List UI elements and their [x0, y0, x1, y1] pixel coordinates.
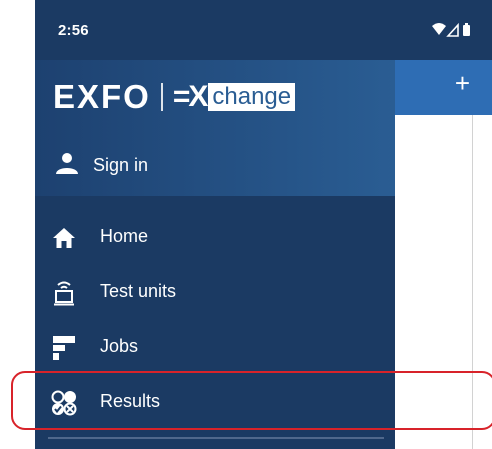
menu-item-label: Test units: [100, 281, 177, 301]
content-divider: [472, 115, 473, 449]
results-icon: [51, 390, 77, 416]
status-time: 2:56: [58, 22, 89, 39]
menu-item-results[interactable]: Results: [35, 375, 395, 429]
drawer-header: EXFO =X change Sign in: [35, 60, 395, 196]
menu-item-label: Home: [100, 226, 149, 246]
sign-in-button[interactable]: Sign in: [35, 132, 395, 196]
status-bar: 2:56: [35, 0, 492, 60]
sign-in-label: Sign in: [93, 155, 149, 175]
wifi-icon: [432, 23, 446, 35]
app-bar: +: [395, 60, 492, 115]
logo-separator: [160, 83, 163, 111]
jobs-icon: [53, 336, 75, 360]
logo-ex: =X: [172, 80, 209, 113]
status-icons: [432, 22, 470, 37]
drawer-divider: [48, 437, 384, 439]
exfo-exchange-logo: EXFO =X change: [53, 76, 296, 118]
phone-screen: 2:56 + EXFO =X change Sign in Home Test …: [35, 0, 492, 449]
signal-icon: [446, 22, 459, 37]
add-button[interactable]: +: [455, 70, 470, 96]
menu-item-label: Results: [100, 391, 161, 411]
menu-item-home[interactable]: Home: [35, 210, 395, 264]
person-icon: [56, 153, 78, 174]
menu-item-jobs[interactable]: Jobs: [35, 320, 395, 374]
menu-item-test-units[interactable]: Test units: [35, 265, 395, 319]
test-unit-icon: [54, 281, 74, 306]
menu-item-label: Jobs: [100, 336, 139, 356]
navigation-drawer: EXFO =X change Sign in Home Test units J…: [35, 60, 395, 449]
logo-change: change: [208, 83, 296, 111]
battery-icon: [463, 25, 470, 36]
logo-brand: EXFO: [53, 78, 151, 115]
home-icon: [53, 228, 75, 248]
